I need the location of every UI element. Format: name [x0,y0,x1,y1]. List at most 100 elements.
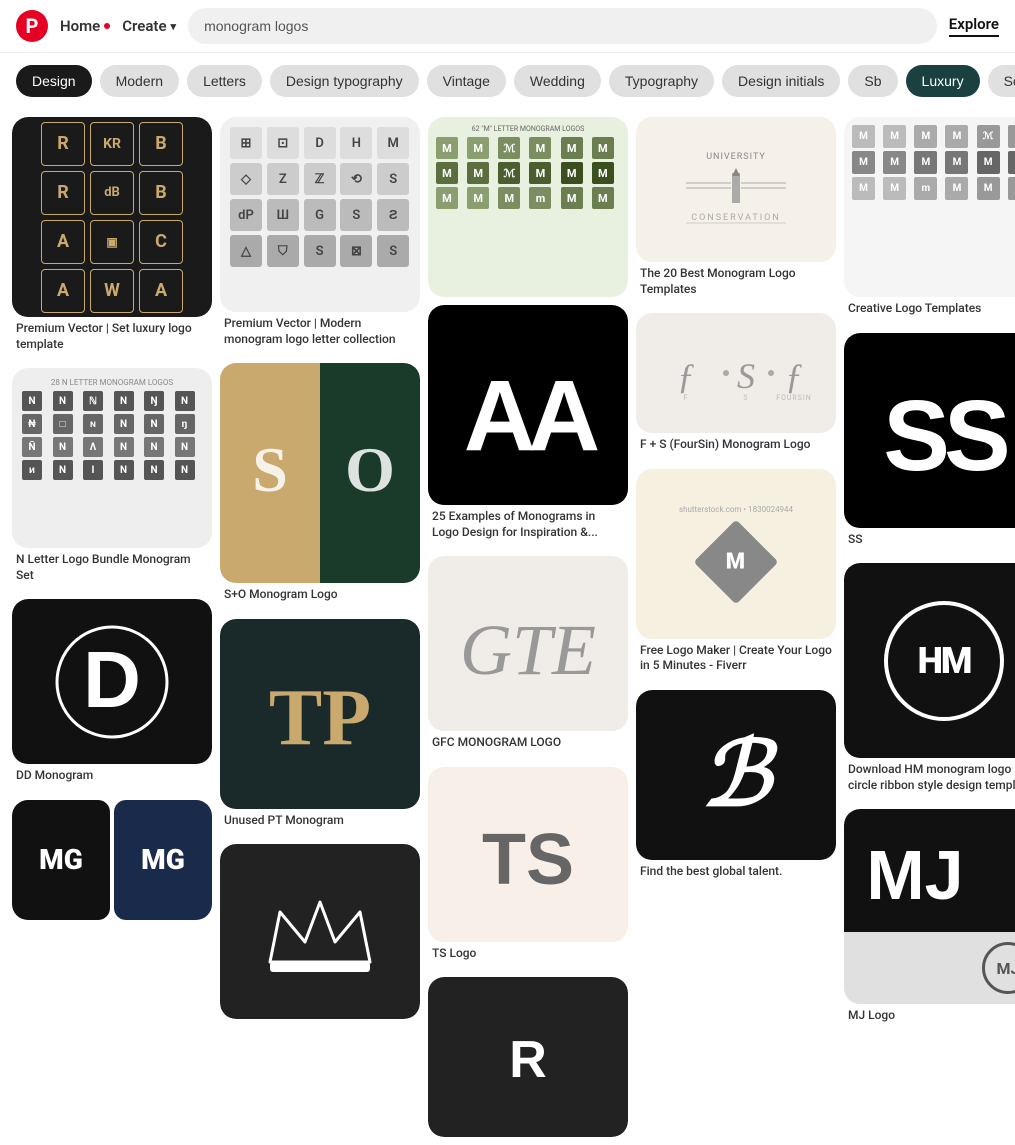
pin-fiverr[interactable]: shutterstock.com • 1830024944 M Free Log… [636,469,836,682]
pin-m-letter-logos[interactable]: 62 "M" LETTER MONOGRAM LOGOS M M ℳ M M M… [428,117,628,297]
pin-creative-title: Creative Logo Templates [844,297,1015,325]
creative-cell: M [883,177,906,200]
svg-text:D: D [83,635,141,724]
pin-mj-logo[interactable]: MJ MJ MJ Logo [844,809,1015,1032]
n-variant: N [144,414,164,434]
filter-chip-design-typography[interactable]: Design typography [270,65,419,97]
filter-chip-wedding[interactable]: Wedding [514,65,601,97]
pin-fiverr-title: Free Logo Maker | Create Your Logo in 5 … [636,639,836,682]
filter-chip-modern[interactable]: Modern [100,65,179,97]
filter-chip-sb[interactable]: Sb [848,65,897,97]
m-cell: M [436,187,458,209]
bottom-col3-svg: R [478,1017,578,1097]
creative-cell: ℳ [977,125,1000,148]
pin-gfc-monogram[interactable]: GTE GFC MONOGRAM LOGO [428,556,628,759]
crown-image [220,844,420,1019]
creative-cell: M [852,177,875,200]
filter-chip-design[interactable]: Design [16,65,92,97]
letter-cell: G [304,199,336,231]
home-dot [104,23,110,29]
letter-cell: S [304,235,336,267]
creative-cell: M [852,151,875,174]
pin-hm-monogram[interactable]: HM Download HM monogram logo circle ribb… [844,563,1015,801]
mj-gray-panel: MJ [844,932,1015,1004]
pinterest-logo[interactable]: P [16,10,48,42]
pin-dd-title: DD Monogram [12,764,212,792]
n-variant: N [175,391,195,411]
svg-text:F: F [684,394,689,402]
ts-logo-image: TS [428,767,628,942]
svg-text:ƒ: ƒ [677,356,695,396]
filter-chip-luxury[interactable]: Luxury [906,65,980,97]
filter-chip-letters[interactable]: Letters [187,65,262,97]
creative-cell: M [914,125,937,148]
university-image: UNIVERSITY CONSERVATION [636,117,836,262]
pin-n-letter-bundle[interactable]: 28 N LETTER MONOGRAM LOGOS N N ℕ N Ŋ N ₦… [12,368,212,591]
n-variant: □ [53,414,73,434]
aa-monogram-image: AA [428,305,628,505]
pin-n-bundle-title: N Letter Logo Bundle Monogram Set [12,548,212,591]
filter-chip-vintage[interactable]: Vintage [427,65,506,97]
creative-cell: M [852,125,875,148]
n-variant: ɴ [83,414,103,434]
pin-modern-monogram[interactable]: ⊞ ⊡ D H M ◇ Z ℤ ⟲ S dP Ш G S Ƨ △ ⛉ [220,117,420,355]
pin-ss-title: SS [844,528,1015,556]
m-cell: M [467,162,489,184]
search-input[interactable] [188,8,937,44]
creative-cell: M [945,177,968,200]
pin-fs-monogram[interactable]: ƒ S ƒ F S FOURSIN F + S (FourSin) Monogr… [636,313,836,461]
pt-letter-svg: TP [250,664,390,764]
fiverr-source: shutterstock.com • 1830024944 [679,505,793,514]
pin-ss-monogram[interactable]: SS SS [844,333,1015,556]
pin-bottom-col3[interactable]: R [428,977,628,1137]
create-nav[interactable]: Create ▾ [122,17,176,35]
filter-chip-typography[interactable]: Typography [609,65,714,97]
svg-text:S: S [252,434,288,505]
mg-dark-bg: MG [12,800,110,920]
pin-aa-monogram[interactable]: AA 25 Examples of Monograms in Logo Desi… [428,305,628,548]
luxury-letter-r: R [41,122,85,166]
b-letter-svg: ℬ [676,715,796,835]
creative-cell: m [914,177,937,200]
letter-cell: ⊞ [230,127,262,159]
n-variant: N [144,460,164,480]
pin-pt-monogram[interactable]: TP Unused PT Monogram [220,619,420,837]
ss-monogram-image: SS [844,333,1015,528]
create-label: Create [122,17,166,35]
s-letter-svg: S [230,433,310,513]
svg-text:S: S [743,394,748,402]
n-bundle-grid: N N ℕ N Ŋ N ₦ □ ɴ N N ŋ Ñ N Λ N N [22,391,202,480]
pin-dd-monogram[interactable]: D DD Monogram [12,599,212,792]
letter-cell: △ [230,235,262,267]
explore-label: Explore [949,15,999,33]
pin-so-monogram[interactable]: S O S+O Monogram Logo [220,363,420,611]
pin-mg-logo[interactable]: MG MG [12,800,212,920]
letter-cell: dP [230,199,262,231]
home-nav[interactable]: Home [60,17,110,35]
pin-crown[interactable] [220,844,420,1019]
m-cell: M [498,187,520,209]
letter-cell: ⟲ [340,163,372,195]
m-cell: M [592,162,614,184]
pin-creative-logo[interactable]: M M M M ℳ M M M M M M M M M m M M [844,117,1015,325]
luxury-letter-kr: KR [90,122,134,166]
pin-aa-title: 25 Examples of Monograms in Logo Design … [428,505,628,548]
pin-university-monogram[interactable]: UNIVERSITY CONSERVATION The 20 Best Mono… [636,117,836,305]
bottom-col3-image: R [428,977,628,1137]
filter-chip-sc[interactable]: Sc [988,65,1015,97]
letter-cell: ⊠ [340,235,372,267]
pin-b-logo[interactable]: ℬ Find the best global talent. [636,690,836,888]
letter-cell: S [340,199,372,231]
gfc-letter-svg: GTE [458,589,598,699]
m-cell: m [529,187,551,209]
luxury-letter-b2: B [139,171,183,215]
creative-letter-grid: M M M M ℳ M M M M M M M M M m M M [852,125,1015,200]
creative-cell: M [1008,151,1015,174]
svg-text:CONSERVATION: CONSERVATION [691,213,781,223]
pin-ts-logo[interactable]: TS TS Logo [428,767,628,970]
explore-link[interactable]: Explore [949,15,999,37]
letter-cell: ℤ [304,163,336,195]
filter-chip-design-initials[interactable]: Design initials [722,65,840,97]
pin-luxury-logo-set[interactable]: R KR B R dB B A ▣ C A W A Premium Vector… [12,117,212,360]
svg-text:MJ: MJ [866,836,963,911]
